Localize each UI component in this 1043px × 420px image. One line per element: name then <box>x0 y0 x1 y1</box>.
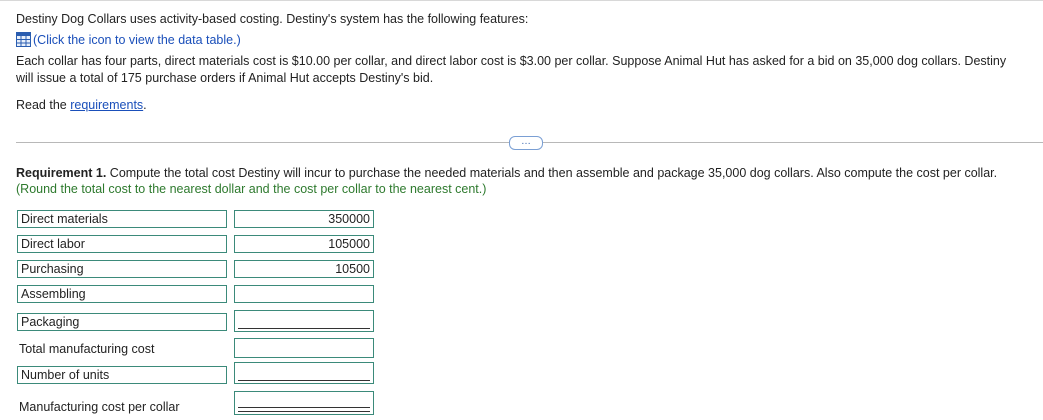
table-grid-icon[interactable] <box>16 32 31 47</box>
read-requirements: Read the requirements. <box>16 98 147 112</box>
rounding-instruction: (Round the total cost to the nearest dol… <box>16 182 487 196</box>
input-number-of-units[interactable] <box>234 362 374 384</box>
label-packaging: Packaging <box>17 313 227 331</box>
requirement-text: Requirement 1. Compute the total cost De… <box>16 166 997 180</box>
label-direct-labor: Direct labor <box>17 235 227 253</box>
top-rule <box>0 0 1043 1</box>
input-manufacturing-cost-per-collar[interactable] <box>234 391 374 415</box>
input-direct-materials[interactable]: 350000 <box>234 210 374 228</box>
data-table-link-row[interactable]: (Click the icon to view the data table.) <box>16 32 241 47</box>
input-direct-labor[interactable]: 105000 <box>234 235 374 253</box>
read-suffix: . <box>143 98 147 112</box>
label-number-of-units: Number of units <box>17 366 227 384</box>
input-assembling[interactable] <box>234 285 374 303</box>
label-manufacturing-cost-per-collar: Manufacturing cost per collar <box>19 400 180 414</box>
input-packaging[interactable] <box>234 310 374 332</box>
requirements-link[interactable]: requirements <box>70 98 143 112</box>
requirement-label: Requirement 1. <box>16 166 107 180</box>
label-direct-materials: Direct materials <box>17 210 227 228</box>
label-total-manufacturing-cost: Total manufacturing cost <box>19 342 155 356</box>
description-line-1: Each collar has four parts, direct mater… <box>16 54 1007 68</box>
data-table-link[interactable]: (Click the icon to view the data table.) <box>33 33 241 47</box>
input-purchasing[interactable]: 10500 <box>234 260 374 278</box>
description-line-2: will issue a total of 175 purchase order… <box>16 71 434 85</box>
more-button[interactable]: … <box>509 136 543 150</box>
label-purchasing: Purchasing <box>17 260 227 278</box>
intro-text: Destiny Dog Collars uses activity-based … <box>16 12 529 26</box>
label-assembling: Assembling <box>17 285 227 303</box>
requirement-body: Compute the total cost Destiny will incu… <box>106 166 998 180</box>
input-total-manufacturing-cost[interactable] <box>234 338 374 358</box>
read-prefix: Read the <box>16 98 71 112</box>
